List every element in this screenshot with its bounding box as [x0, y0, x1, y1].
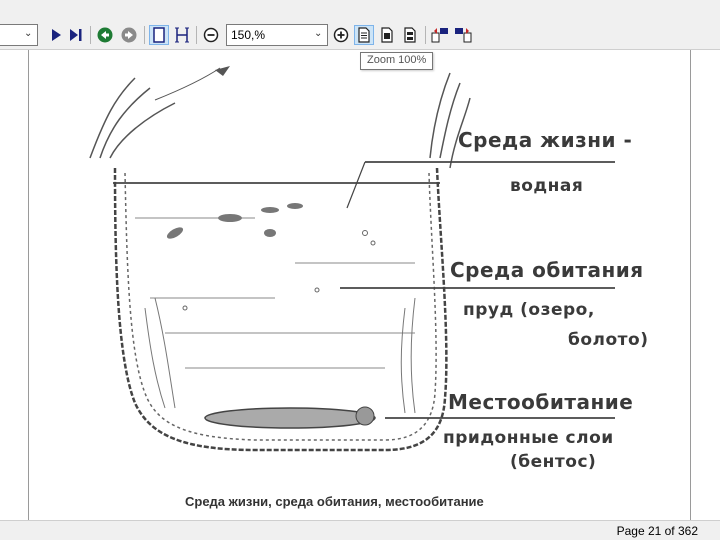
location-label: Местообитание [448, 390, 634, 414]
forward-circle-icon [121, 27, 137, 43]
toolbar-separator [196, 26, 197, 44]
single-page-icon [381, 27, 393, 43]
fit-page-button[interactable] [149, 25, 169, 45]
play-icon [52, 29, 61, 41]
last-page-button[interactable] [66, 25, 86, 45]
toolbar-row: ⌄ 150,% ⌄ [0, 22, 720, 48]
fit-page-icon [153, 27, 165, 43]
zoom-out-button[interactable] [201, 25, 221, 45]
bottom-layers-label: придонные слои [443, 428, 614, 448]
single-page-button[interactable] [377, 25, 397, 45]
rotate-right-button[interactable] [453, 25, 473, 45]
zoom-in-button[interactable] [331, 25, 351, 45]
back-button[interactable] [95, 25, 115, 45]
toolbar: ⌄ 150,% ⌄ [0, 0, 720, 50]
zoom-in-icon [333, 27, 349, 43]
toolbar-separator [425, 26, 426, 44]
toolbar-separator [90, 26, 91, 44]
right-panel [691, 50, 720, 520]
pond-label: пруд (озеро, [463, 300, 595, 320]
swamp-label: болото) [568, 330, 649, 350]
figure-caption: Среда жизни, среда обитания, местообитан… [185, 494, 484, 509]
facing-pages-icon [404, 27, 416, 43]
back-circle-icon [97, 27, 113, 43]
rotate-pages-icon [431, 28, 448, 43]
zoom-value: 150,% [231, 28, 266, 42]
aquatic-label: водная [510, 176, 584, 196]
zoom-100-button[interactable] [354, 25, 374, 45]
page-left-edge [28, 50, 29, 520]
fit-width-icon [175, 27, 189, 43]
fit-width-button[interactable] [172, 25, 192, 45]
rotate-left-button[interactable] [430, 25, 450, 45]
toolbar-separator [144, 26, 145, 44]
benthos-label: (бентос) [510, 452, 597, 472]
habitat-env-label: Среда жизни - [458, 128, 633, 152]
next-page-button[interactable] [46, 25, 66, 45]
skip-end-icon [70, 29, 82, 41]
chevron-down-icon[interactable]: ⌄ [24, 29, 34, 39]
zoom-combo[interactable]: 150,% ⌄ [226, 24, 328, 46]
rotate-pages-icon [455, 28, 472, 43]
zoom-tooltip: Zoom 100% [360, 52, 434, 70]
status-bar: Page 21 of 362 [0, 520, 720, 540]
chevron-down-icon[interactable]: ⌄ [314, 29, 324, 39]
page-indicator: Page 21 of 362 [616, 524, 698, 538]
living-env-label: Среда обитания [450, 258, 644, 282]
document-viewport[interactable]: Среда жизни - водная Среда обитания пруд… [0, 50, 720, 520]
forward-button[interactable] [119, 25, 139, 45]
facing-pages-button[interactable] [400, 25, 420, 45]
page-combo[interactable]: ⌄ [0, 24, 38, 46]
zoom-out-icon [203, 27, 219, 43]
document-icon [358, 27, 370, 43]
